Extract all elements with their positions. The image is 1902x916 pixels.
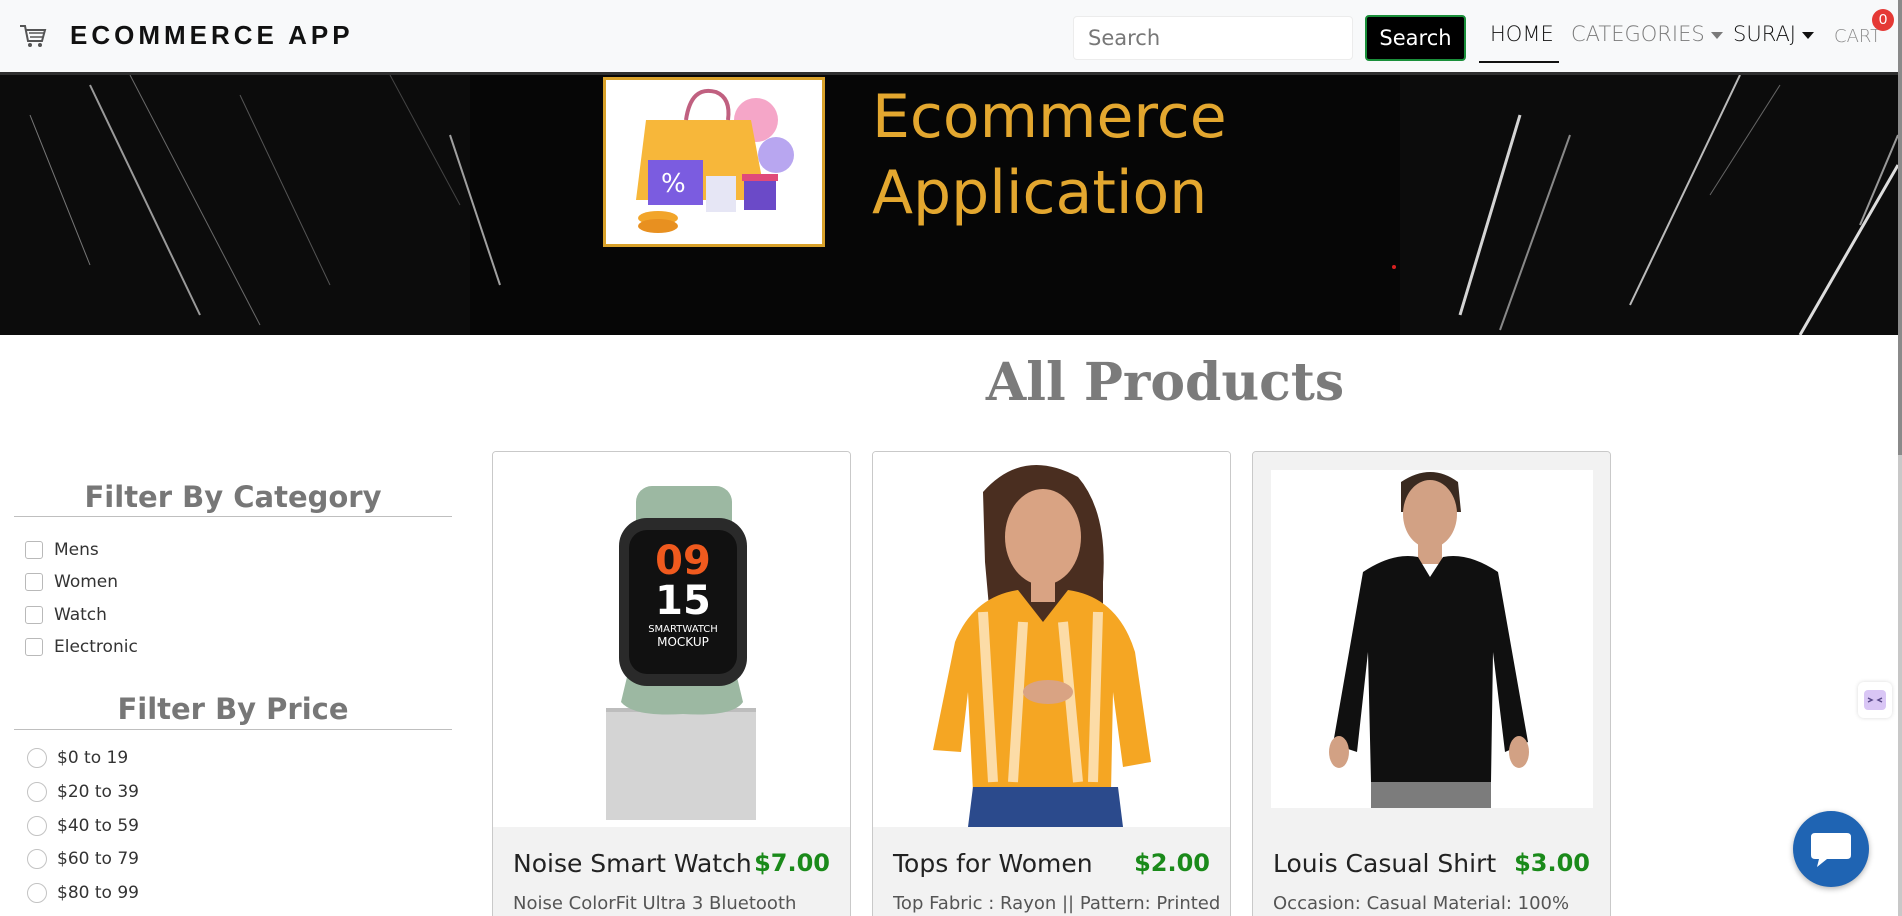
mens-shirt-image <box>1271 470 1593 808</box>
price-label: $60 to 79 <box>57 849 139 869</box>
category-filter-watch[interactable]: Watch <box>25 605 107 625</box>
category-label: Electronic <box>54 637 138 657</box>
product-name[interactable]: Noise Smart Watch <box>513 849 752 878</box>
divider <box>14 729 452 730</box>
search-input[interactable] <box>1073 16 1353 60</box>
product-description: Top Fabric : Rayon || Pattern: Printed <box>893 893 1221 914</box>
nav-home-link[interactable]: HOME <box>1490 22 1554 46</box>
price-filter-40-59[interactable]: $40 to 59 <box>27 816 139 836</box>
banner-title-line2: Application <box>872 158 1208 228</box>
divider <box>14 516 452 517</box>
category-label: Women <box>54 572 119 592</box>
product-price: $7.00 <box>754 849 830 877</box>
chevron-down-icon <box>1710 31 1723 39</box>
hero-banner: % Ecommerce Application <box>0 75 1898 335</box>
checkbox[interactable] <box>25 606 43 624</box>
shopping-cart-icon <box>20 24 47 47</box>
brand-link[interactable]: ECOMMERCE APP <box>18 20 354 51</box>
page-title: All Products <box>985 352 1345 413</box>
women-top-image <box>873 452 1230 827</box>
cart-count-badge: 0 <box>1872 9 1894 31</box>
price-filter-60-79[interactable]: $60 to 79 <box>27 849 139 869</box>
banner-title: Ecommerce Application <box>872 79 1227 231</box>
product-image-smartwatch[interactable]: 09 15 SMARTWATCH MOCKUP <box>493 452 850 827</box>
product-card-body: Noise Smart Watch $7.00 Noise ColorFit U… <box>493 827 850 916</box>
scrollbar-thumb[interactable] <box>1898 0 1902 455</box>
product-price: $3.00 <box>1514 849 1590 877</box>
nav-user-label: SURAJ <box>1733 22 1796 46</box>
category-filter-electronic[interactable]: Electronic <box>25 637 138 657</box>
assistant-icon <box>1864 690 1886 710</box>
category-label: Mens <box>54 540 99 560</box>
checkbox[interactable] <box>25 573 43 591</box>
nav-cart-link[interactable]: CART <box>1834 26 1881 47</box>
nav-categories-dropdown[interactable]: CATEGORIES <box>1571 22 1723 46</box>
checkbox[interactable] <box>25 638 43 656</box>
side-assistant-widget[interactable] <box>1858 682 1892 718</box>
product-name[interactable]: Louis Casual Shirt <box>1273 849 1496 878</box>
watch-caption-line2: MOCKUP <box>657 635 709 649</box>
product-card[interactable]: Tops for Women $2.00 Top Fabric : Rayon … <box>872 451 1231 916</box>
banner-title-line1: Ecommerce <box>872 82 1227 152</box>
price-label: $80 to 99 <box>57 883 139 903</box>
shopping-bag-icon: % <box>636 88 794 233</box>
watch-caption-line1: SMARTWATCH <box>648 624 718 635</box>
product-name[interactable]: Tops for Women <box>893 849 1093 878</box>
price-filter-80-99[interactable]: $80 to 99 <box>27 883 139 903</box>
product-card-body: Louis Casual Shirt $3.00 Occasion: Casua… <box>1253 827 1610 916</box>
price-filter-0-19[interactable]: $0 to 19 <box>27 748 128 768</box>
category-label: Watch <box>54 605 107 625</box>
active-nav-underline <box>1479 61 1559 63</box>
product-price: $2.00 <box>1134 849 1210 877</box>
brand-name[interactable]: ECOMMERCE APP <box>70 20 354 51</box>
checkbox[interactable] <box>25 541 43 559</box>
banner-dot <box>1392 265 1396 269</box>
banner-logo: % <box>603 77 825 247</box>
price-label: $40 to 59 <box>57 816 139 836</box>
price-label: $0 to 19 <box>57 748 129 768</box>
page-title-row: All Products <box>0 352 1898 413</box>
page-viewport: ECOMMERCE APP Search HOME CATEGORIES SUR… <box>0 0 1898 916</box>
category-filter-mens[interactable]: Mens <box>25 540 99 560</box>
product-image-shirt[interactable] <box>1253 452 1610 827</box>
price-filter-heading: Filter By Price <box>117 692 349 726</box>
product-card[interactable]: Louis Casual Shirt $3.00 Occasion: Casua… <box>1252 451 1611 916</box>
smartwatch-image: 09 15 SMARTWATCH MOCKUP <box>606 486 756 820</box>
product-card-body: Tops for Women $2.00 Top Fabric : Rayon … <box>873 827 1230 916</box>
product-image-women-top[interactable] <box>873 452 1230 827</box>
price-filter-20-39[interactable]: $20 to 39 <box>27 782 139 802</box>
svg-text:%: % <box>661 169 686 199</box>
top-navbar: ECOMMERCE APP Search HOME CATEGORIES SUR… <box>0 0 1898 75</box>
radio-button[interactable] <box>27 816 47 836</box>
chat-button[interactable] <box>1793 811 1869 887</box>
radio-button[interactable] <box>27 782 47 802</box>
category-filter-women[interactable]: Women <box>25 572 118 592</box>
nav-user-dropdown[interactable]: SURAJ <box>1733 22 1814 46</box>
category-filter-heading: Filter By Category <box>84 480 382 514</box>
product-card[interactable]: 09 15 SMARTWATCH MOCKUP Noise Smart Watc… <box>492 451 851 916</box>
radio-button[interactable] <box>27 849 47 869</box>
chevron-down-icon <box>1802 31 1814 39</box>
price-label: $20 to 39 <box>57 782 139 802</box>
radio-button[interactable] <box>27 883 47 903</box>
product-description: Noise ColorFit Ultra 3 Bluetooth <box>513 893 797 914</box>
nav-categories-label: CATEGORIES <box>1571 22 1705 46</box>
radio-button[interactable] <box>27 748 47 768</box>
watch-minute-text: 15 <box>655 578 711 624</box>
chat-bubble-icon <box>1811 833 1851 867</box>
search-button[interactable]: Search <box>1365 15 1466 61</box>
product-description: Occasion: Casual Material: 100% <box>1273 893 1570 914</box>
